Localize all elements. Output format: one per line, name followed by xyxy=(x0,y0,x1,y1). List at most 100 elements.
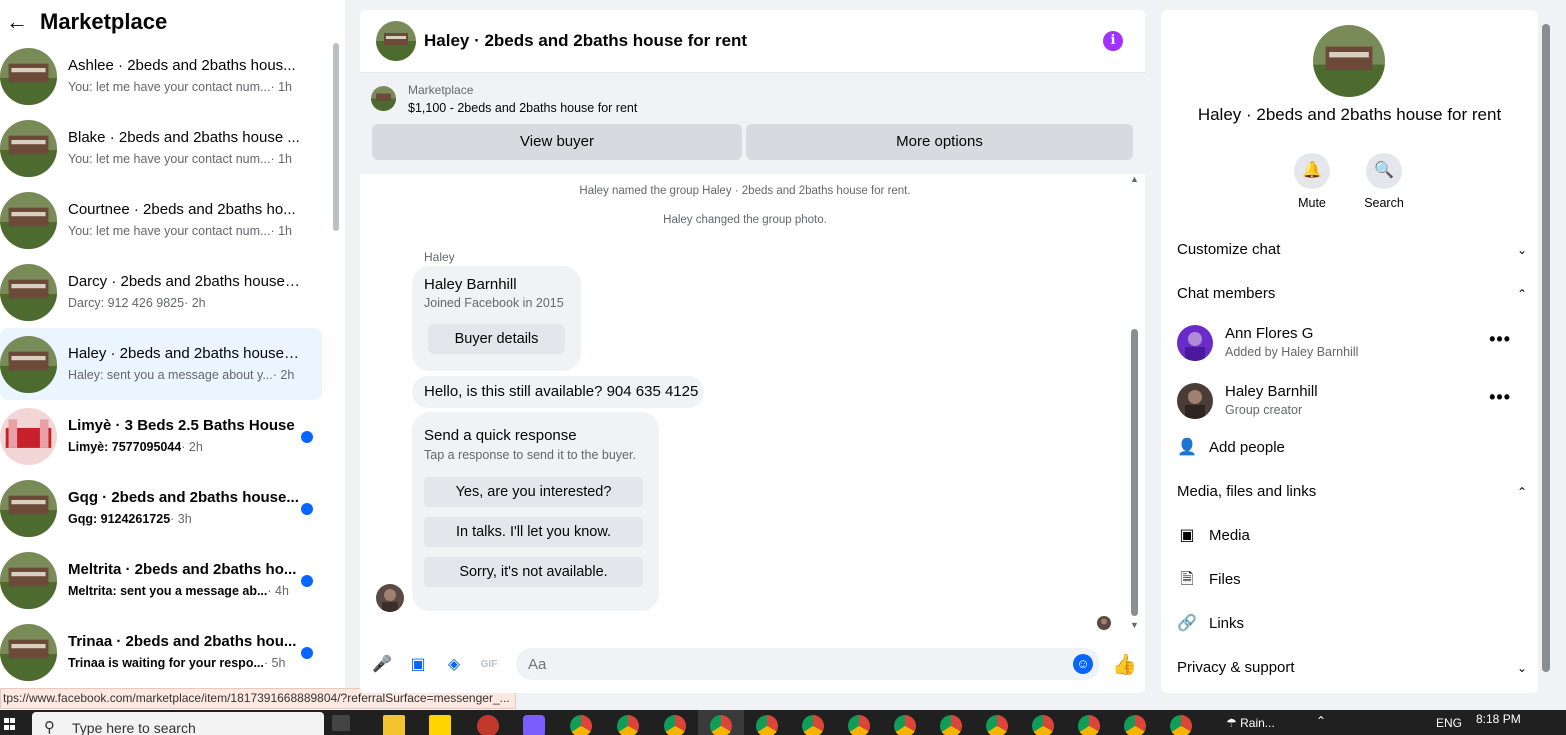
chat-scrollbar[interactable]: ▲ ▼ xyxy=(1128,174,1142,632)
image-icon: ▣ xyxy=(1179,527,1195,544)
message-input[interactable] xyxy=(516,648,1100,680)
media-files-links-section[interactable]: Media, files and links ⌃ xyxy=(1177,474,1527,510)
sticky-notes-icon[interactable] xyxy=(429,715,451,735)
chrome-icon[interactable] xyxy=(940,715,962,735)
file-explorer-icon[interactable] xyxy=(383,715,405,735)
info-icon[interactable]: i xyxy=(1103,31,1123,51)
links-link[interactable]: 🔗 Links xyxy=(1177,609,1477,639)
view-buyer-button[interactable]: View buyer xyxy=(372,124,742,160)
conversation-item[interactable]: Haley · 2beds and 2baths house ... Haley:… xyxy=(0,328,322,400)
chrome-icon[interactable] xyxy=(1078,715,1100,735)
scroll-up-icon[interactable]: ▲ xyxy=(1130,174,1139,184)
chrome-icon[interactable] xyxy=(894,715,916,735)
chrome-icon[interactable] xyxy=(1124,715,1146,735)
chrome-icon[interactable] xyxy=(1170,715,1192,735)
conversation-item[interactable]: Trinaa · 2beds and 2baths hou... Trinaa i… xyxy=(0,616,322,688)
back-arrow-icon[interactable]: ← xyxy=(6,9,28,35)
conversation-snippet: You: let me have your contact num... xyxy=(68,224,271,238)
language-indicator[interactable]: ENG xyxy=(1436,716,1462,730)
conversation-item[interactable]: Blake · 2beds and 2baths house ... You: l… xyxy=(0,112,322,184)
gif-icon[interactable]: GIF xyxy=(479,655,499,675)
member-row[interactable]: Ann Flores G Added by Haley Barnhill ••• xyxy=(1177,321,1527,365)
chrome-icon[interactable] xyxy=(1032,715,1054,735)
chat-title[interactable]: Haley · 2beds and 2baths house for rent xyxy=(424,31,747,51)
search-icon[interactable]: 🔍 xyxy=(1366,153,1402,189)
copilot-icon[interactable] xyxy=(523,715,545,735)
microphone-icon[interactable]: 🎤 xyxy=(372,655,392,675)
sidebar-scrollbar[interactable] xyxy=(331,40,341,700)
conversation-avatar xyxy=(0,623,57,681)
media-link[interactable]: ▣ Media xyxy=(1177,521,1477,551)
sender-avatar[interactable] xyxy=(376,584,404,612)
scrollbar-thumb[interactable] xyxy=(333,43,339,231)
conversation-item[interactable]: Courtnee · 2beds and 2baths ho... You: le… xyxy=(0,184,322,256)
chrome-icon[interactable] xyxy=(664,715,686,735)
seen-indicator-avatar xyxy=(1097,616,1111,630)
chrome-icon[interactable] xyxy=(802,715,824,735)
scrollbar-thumb[interactable] xyxy=(1131,329,1138,616)
more-icon[interactable]: ••• xyxy=(1489,387,1511,408)
quick-reply-button[interactable]: Sorry, it's not available. xyxy=(424,557,643,587)
chrome-icon[interactable] xyxy=(570,715,592,735)
conversation-time: · 4h xyxy=(267,584,289,598)
conversation-item[interactable]: Gqg · 2beds and 2baths house... Gqg: 9124… xyxy=(0,472,322,544)
details-scrollbar[interactable] xyxy=(1541,24,1551,688)
sticker-icon[interactable]: ◈ xyxy=(444,655,464,675)
add-people-button[interactable]: 👤 Add people xyxy=(1177,433,1477,463)
chrome-icon[interactable] xyxy=(756,715,778,735)
message-thread: Haley named the group Haley · 2beds and … xyxy=(360,174,1145,641)
conversation-item[interactable]: Meltrita · 2beds and 2baths ho... Meltrit… xyxy=(0,544,322,616)
conversation-preview: Trinaa is waiting for your respo... · 5h xyxy=(68,654,300,672)
chevron-up-icon[interactable]: ⌃ xyxy=(1316,714,1326,728)
section-label: Chat members xyxy=(1177,285,1276,302)
conversation-name: Ashlee · 2beds and 2baths hous... xyxy=(68,57,296,74)
thumbs-up-icon[interactable]: 👍 xyxy=(1112,652,1137,677)
chat-details-panel: Haley · 2beds and 2baths house for rent … xyxy=(1161,10,1538,693)
scroll-down-icon[interactable]: ▼ xyxy=(1130,620,1139,630)
taskbar-search[interactable]: ⚲ Type here to search xyxy=(32,712,324,735)
app-icon[interactable] xyxy=(477,715,499,735)
quick-reply-button[interactable]: Yes, are you interested? xyxy=(424,477,643,507)
conversation-time: · 2h xyxy=(181,440,203,454)
more-icon[interactable]: ••• xyxy=(1489,329,1511,350)
chrome-icon[interactable] xyxy=(848,715,870,735)
emoji-icon[interactable]: ☺ xyxy=(1073,654,1093,674)
conversation-text: Limyè · 3 Beds 2.5 Baths House Limyè: 757… xyxy=(68,416,300,456)
system-message: Haley changed the group photo. xyxy=(663,214,827,226)
bell-icon[interactable]: 🔔 xyxy=(1294,153,1330,189)
listing-price[interactable]: $1,100 - 2beds and 2baths house for rent xyxy=(408,101,637,115)
customize-chat-section[interactable]: Customize chat ⌄ xyxy=(1177,232,1527,268)
buyer-details-button[interactable]: Buyer details xyxy=(428,324,565,354)
chrome-icon[interactable] xyxy=(617,715,639,735)
chat-members-section[interactable]: Chat members ⌃ xyxy=(1177,276,1527,312)
search-button[interactable]: 🔍 Search xyxy=(1354,153,1414,210)
conversation-item[interactable]: Ashlee · 2beds and 2baths hous... You: le… xyxy=(0,40,322,112)
group-avatar-large[interactable] xyxy=(1313,25,1385,97)
quick-reply-button[interactable]: In talks. I'll let you know. xyxy=(424,517,643,547)
chrome-icon[interactable] xyxy=(710,715,732,735)
message-bubble[interactable]: Hello, is this still available? 904 635 … xyxy=(412,376,704,408)
conversation-item[interactable]: Darcy · 2beds and 2baths house ... Darcy:… xyxy=(0,256,322,328)
more-options-button[interactable]: More options xyxy=(746,124,1133,160)
conversation-item[interactable]: Limyè · 3 Beds 2.5 Baths House Limyè: 757… xyxy=(0,400,322,472)
clock[interactable]: 8:18 PM xyxy=(1476,712,1521,726)
scrollbar-thumb[interactable] xyxy=(1542,24,1550,672)
mute-button[interactable]: 🔔 Mute xyxy=(1282,153,1342,210)
search-icon: ⚲ xyxy=(44,719,55,735)
conversation-avatar xyxy=(0,407,57,465)
photo-icon[interactable]: ▣ xyxy=(408,655,428,675)
windows-taskbar: ⚲ Type here to search ☂ Rain... ⌃ ENG 8:… xyxy=(0,710,1566,735)
conversation-time: · 1h xyxy=(270,224,292,238)
files-link[interactable]: 🗎 Files xyxy=(1177,565,1477,595)
weather-widget[interactable]: ☂ Rain... xyxy=(1226,716,1275,730)
chevron-up-icon: ⌃ xyxy=(1516,287,1527,301)
member-row[interactable]: Haley Barnhill Group creator ••• xyxy=(1177,379,1527,423)
chrome-icon[interactable] xyxy=(986,715,1008,735)
conversation-avatar xyxy=(0,191,57,249)
windows-start-icon[interactable] xyxy=(4,718,16,730)
task-view-icon[interactable] xyxy=(332,715,350,731)
listing-thumbnail[interactable] xyxy=(371,86,396,111)
group-avatar[interactable] xyxy=(376,21,416,61)
privacy-support-section[interactable]: Privacy & support ⌄ xyxy=(1177,650,1527,686)
conversation-name: Courtnee · 2beds and 2baths ho... xyxy=(68,201,296,218)
